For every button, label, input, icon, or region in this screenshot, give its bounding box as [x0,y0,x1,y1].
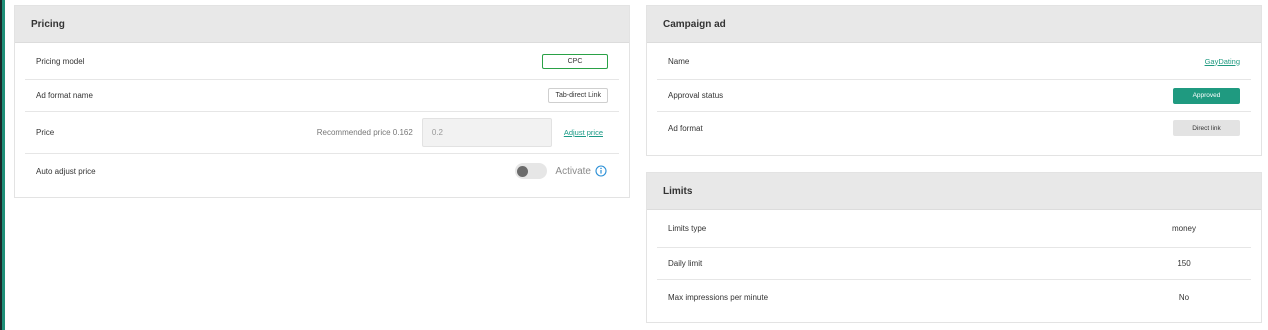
auto-adjust-label: Auto adjust price [36,166,96,176]
toggle-knob [517,166,529,177]
approval-status-badge: Approved [1173,87,1240,104]
ad-format-name-row: Ad format name Tab-direct Link [25,80,619,112]
pricing-rows: Pricing model CPC Ad format name Tab-dir… [15,43,629,188]
ad-format-badge: Direct link [1173,120,1240,136]
limits-type-value: money [1171,224,1196,233]
info-icon[interactable] [595,165,607,177]
max-impressions-label: Max impressions per minute [668,292,769,302]
ad-format-name-badge: Tab-direct Link [548,88,608,103]
campaign-ad-card: Campaign ad Name GayDating Approval stat… [646,5,1262,156]
daily-limit-value: 150 [1177,259,1191,268]
campaign-ad-card-title: Campaign ad [647,6,1261,43]
pricing-card: Pricing Pricing model CPC Ad format name… [14,5,630,198]
limits-rows: Limits type money Daily limit 150 Max im… [647,210,1261,314]
campaign-name-row: Name GayDating [657,43,1251,80]
ad-format-label: Ad format [668,123,703,133]
activate-label: Activate [555,165,591,177]
pricing-card-title: Pricing [15,6,629,43]
max-impressions-row: Max impressions per minute No [657,280,1251,314]
approval-status-label: Approval status [668,91,724,100]
pricing-model-row: Pricing model CPC [25,43,619,80]
limits-type-label: Limits type [668,224,707,233]
ad-format-name-label: Ad format name [36,91,93,100]
max-impressions-value: No [1178,292,1190,302]
auto-adjust-row: Auto adjust price Activate [25,154,619,188]
campaign-name-label: Name [668,56,690,66]
daily-limit-row: Daily limit 150 [657,248,1251,280]
daily-limit-label: Daily limit [668,259,703,268]
limits-card: Limits Limits type money Daily limit 150… [646,172,1262,323]
recommended-price-text: Recommended price 0.162 [316,128,413,137]
limits-type-row: Limits type money [657,210,1251,248]
adjust-price-link[interactable]: Adjust price [564,128,603,137]
price-label: Price [36,128,55,137]
sidebar-edge [0,0,5,330]
price-input[interactable] [421,118,552,147]
campaign-ad-rows: Name GayDating Approval status Approved … [647,43,1261,144]
auto-adjust-toggle[interactable] [515,163,548,179]
ad-format-row: Ad format Direct link [657,112,1251,144]
pricing-model-badge: CPC [542,53,608,69]
pricing-model-label: Pricing model [36,56,85,66]
approval-status-row: Approval status Approved [657,80,1251,112]
limits-card-title: Limits [647,173,1261,210]
campaign-name-link[interactable]: GayDating [1205,57,1240,66]
price-row: Price Recommended price 0.162 Adjust pri… [25,112,619,154]
